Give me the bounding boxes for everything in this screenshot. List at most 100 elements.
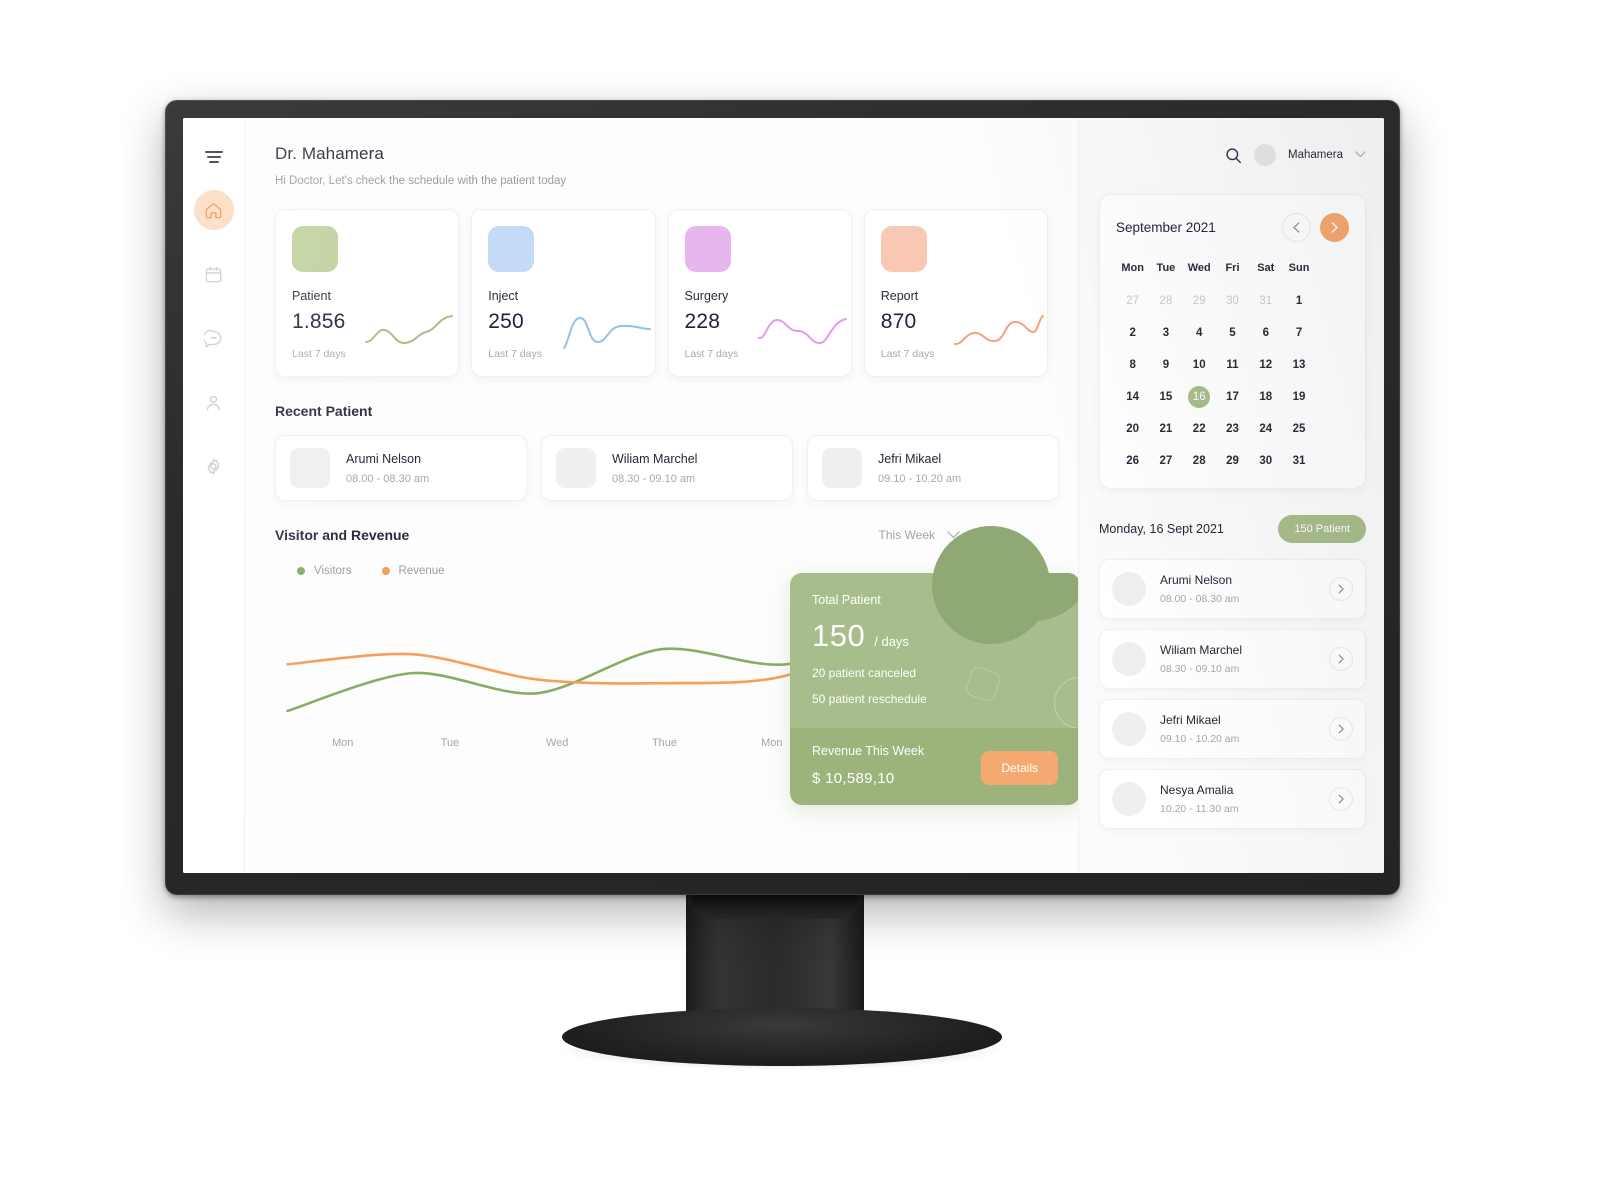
calendar-day[interactable]: 29 <box>1183 290 1216 312</box>
avatar[interactable] <box>1254 144 1277 166</box>
calendar-day[interactable]: 28 <box>1149 290 1182 312</box>
sidebar-item-home[interactable] <box>193 190 234 230</box>
revenue-section: Revenue This Week $ 10,589,10 Details <box>790 728 1078 805</box>
schedule-item[interactable]: Arumi Nelson 08.00 - 08.30 am <box>1099 559 1366 619</box>
calendar-day[interactable]: 1 <box>1282 290 1315 312</box>
calendar-day[interactable]: 24 <box>1249 418 1282 440</box>
calendar-day[interactable]: 6 <box>1249 322 1282 344</box>
calendar-day[interactable]: 18 <box>1249 386 1282 408</box>
calendar-day[interactable]: 29 <box>1216 450 1249 472</box>
patient-count-badge: 150 Patient <box>1278 515 1366 543</box>
calendar-day[interactable]: 26 <box>1116 450 1149 472</box>
calendar-day[interactable]: 5 <box>1216 322 1249 344</box>
sidebar-item-messages[interactable] <box>194 318 234 358</box>
patient-time: 09.10 - 10.20 am <box>878 472 962 485</box>
schedule-item[interactable]: Jefri Mikael 09.10 - 10.20 am <box>1099 699 1366 759</box>
avatar <box>290 448 330 488</box>
calendar-day[interactable]: 30 <box>1249 450 1282 472</box>
patient-time: 08.00 - 08.30 am <box>1160 593 1240 605</box>
schedule-item[interactable]: Nesya Amalia 10.20 - 11.30 am <box>1099 769 1366 829</box>
gear-icon <box>207 457 220 475</box>
stat-label: Report <box>880 289 919 303</box>
recent-patient-info: Jefri Mikael 09.10 - 10.20 am <box>878 452 961 485</box>
calendar-grid: Mon Tue Wed Fri Sat Sun 27 28 29 30 31 1 2 3 4 5 6 7 8 9 10 1… <box>1116 262 1349 472</box>
chevron-down-icon[interactable] <box>1355 150 1366 161</box>
patient-name: Nesya Amalia <box>1160 783 1234 797</box>
calendar-day[interactable]: 12 <box>1249 354 1282 376</box>
chevron-right-icon[interactable] <box>1329 577 1353 601</box>
menu-toggle-icon[interactable] <box>194 144 234 170</box>
stat-label: Surgery <box>684 289 729 303</box>
schedule-item-info: Nesya Amalia 10.20 - 11.30 am <box>1160 783 1315 815</box>
monitor-base <box>562 1008 1002 1066</box>
calendar-day[interactable]: 28 <box>1183 450 1216 472</box>
sidebar-item-calendar[interactable] <box>194 254 234 294</box>
calendar-day[interactable]: 23 <box>1216 418 1249 440</box>
calendar-day[interactable]: 8 <box>1116 354 1149 376</box>
calendar-day[interactable]: 22 <box>1183 418 1216 440</box>
calendar-day[interactable]: 27 <box>1149 450 1182 472</box>
calendar-day[interactable]: 2 <box>1116 322 1149 344</box>
calendar-day[interactable]: 3 <box>1149 322 1182 344</box>
calendar-day[interactable]: 4 <box>1183 322 1216 344</box>
legend-item-visitors: Visitors <box>297 565 352 577</box>
recent-patient-card[interactable]: Arumi Nelson 08.00 - 08.30 am <box>275 435 527 501</box>
calendar-day[interactable]: 21 <box>1149 418 1182 440</box>
calendar-day[interactable]: 17 <box>1216 386 1249 408</box>
stat-chip <box>684 226 731 272</box>
stat-card-surgery[interactable]: Surgery 228 Last 7 days <box>667 209 852 377</box>
calendar-day[interactable]: 10 <box>1183 354 1216 376</box>
calendar-day[interactable]: 11 <box>1216 354 1249 376</box>
calendar-day[interactable]: 20 <box>1116 418 1149 440</box>
details-button[interactable]: Details <box>981 751 1058 785</box>
calendar-day[interactable]: 16 <box>1188 386 1211 408</box>
sidebar-item-profile[interactable] <box>194 382 234 422</box>
recent-patient-info: Wiliam Marchel 08.30 - 09.10 am <box>612 452 697 485</box>
calendar-prev-button[interactable] <box>1282 213 1311 242</box>
calendar-nav <box>1282 213 1349 242</box>
calendar-dow-blank <box>1316 262 1349 280</box>
canceled-count: 20 patient canceled <box>812 666 917 680</box>
calendar-dow-tue: Tue <box>1156 262 1176 274</box>
calendar-next-button[interactable] <box>1320 213 1349 242</box>
patient-name: Wiliam Marchel <box>1160 643 1243 657</box>
stat-card-inject[interactable]: Inject 250 Last 7 days <box>471 209 656 377</box>
chevron-right-icon[interactable] <box>1329 717 1353 741</box>
patient-name: Jefri Mikael <box>1160 713 1221 727</box>
chevron-right-icon[interactable] <box>1329 647 1353 671</box>
calendar-day[interactable]: 31 <box>1282 450 1315 472</box>
calendar-day[interactable]: 27 <box>1116 290 1149 312</box>
calendar-day[interactable]: 31 <box>1249 290 1282 312</box>
calendar-day[interactable]: 15 <box>1149 386 1182 408</box>
calendar-day[interactable]: 19 <box>1282 386 1315 408</box>
recent-patient-card[interactable]: Jefri Mikael 09.10 - 10.20 am <box>807 435 1059 501</box>
schedule-header: Monday, 16 Sept 2021 150 Patient <box>1099 515 1366 543</box>
range-dropdown[interactable]: This Week <box>879 528 960 542</box>
chevron-right-icon[interactable] <box>1329 787 1353 811</box>
stat-footer: Last 7 days <box>684 348 739 360</box>
calendar-icon <box>205 266 222 282</box>
stat-value: 1.856 <box>292 310 346 333</box>
chevron-left-icon <box>1293 222 1300 233</box>
stat-card-report[interactable]: Report 870 Last 7 days <box>863 209 1048 377</box>
visitor-revenue-header: Visitor and Revenue This Week <box>275 527 1048 543</box>
recent-patient-card[interactable]: Wiliam Marchel 08.30 - 09.10 am <box>541 435 793 501</box>
stat-footer: Last 7 days <box>880 348 935 360</box>
search-icon[interactable] <box>1225 147 1242 164</box>
stat-card-patient[interactable]: Patient 1.856 Last 7 days <box>275 209 460 377</box>
calendar-day[interactable]: 25 <box>1282 418 1315 440</box>
calendar-month-label: September 2021 <box>1116 220 1216 235</box>
calendar-day[interactable]: 30 <box>1216 290 1249 312</box>
stat-value: 228 <box>684 310 721 333</box>
calendar-day[interactable]: 13 <box>1282 354 1315 376</box>
visitor-revenue-title: Visitor and Revenue <box>275 527 410 543</box>
calendar-day[interactable]: 7 <box>1282 322 1315 344</box>
calendar-day[interactable]: 14 <box>1116 386 1149 408</box>
sidebar-item-settings[interactable] <box>194 446 234 486</box>
monitor-screen: Dr. Mahamera Hi Doctor, Let's check the … <box>183 118 1384 873</box>
schedule-item[interactable]: Wiliam Marchel 08.30 - 09.10 am <box>1099 629 1366 689</box>
sidebar-rail <box>183 118 245 873</box>
x-tick: Tue <box>440 737 460 749</box>
decorative-circle <box>932 526 1050 644</box>
calendar-day[interactable]: 9 <box>1149 354 1182 376</box>
